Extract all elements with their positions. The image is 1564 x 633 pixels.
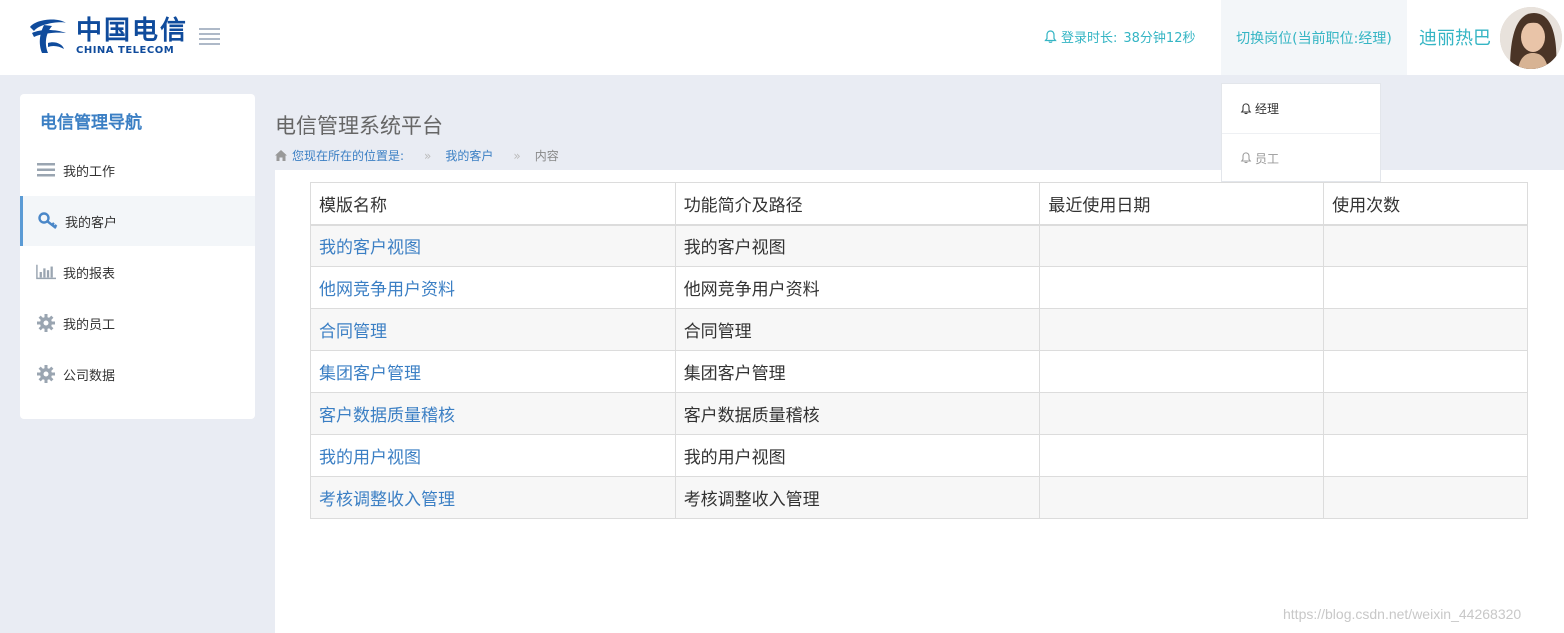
template-name-link[interactable]: 考核调整收入管理 bbox=[310, 476, 676, 519]
sidebar: 电信管理导航 我的工作 我的客户 我的报表 我的员工 公司数据 bbox=[20, 94, 255, 419]
sidebar-item-my-customers[interactable]: 我的客户 bbox=[20, 196, 255, 246]
bell-icon bbox=[1240, 102, 1252, 114]
avatar[interactable] bbox=[1500, 7, 1562, 69]
sidebar-item-my-reports[interactable]: 我的报表 bbox=[20, 247, 255, 297]
template-description: 我的用户视图 bbox=[674, 434, 1041, 477]
login-duration-label: 登录时长: bbox=[1061, 31, 1118, 46]
use-count bbox=[1323, 308, 1528, 351]
template-description: 合同管理 bbox=[674, 308, 1041, 351]
china-telecom-logo[interactable]: 中国电信 CHINA TELECOM bbox=[26, 12, 188, 62]
use-count bbox=[1323, 392, 1528, 435]
template-description: 我的客户视图 bbox=[674, 224, 1041, 267]
table-row: 我的用户视图 我的用户视图 bbox=[310, 434, 1528, 477]
table-row: 合同管理 合同管理 bbox=[310, 308, 1528, 351]
use-count bbox=[1323, 434, 1528, 477]
sidebar-item-company-data[interactable]: 公司数据 bbox=[20, 349, 255, 399]
page-title: 电信管理系统平台 bbox=[275, 114, 443, 138]
last-used-date bbox=[1039, 266, 1325, 309]
table-row: 我的客户视图 我的客户视图 bbox=[310, 224, 1528, 267]
username-link[interactable]: 迪丽热巴 bbox=[1419, 24, 1491, 50]
use-count bbox=[1323, 350, 1528, 393]
column-header-last-used[interactable]: 最近使用日期 bbox=[1039, 182, 1325, 226]
use-count bbox=[1323, 224, 1528, 267]
last-used-date bbox=[1039, 392, 1325, 435]
sidebar-item-label: 我的报表 bbox=[63, 266, 116, 282]
dropdown-item-label: 员工 bbox=[1255, 151, 1280, 166]
telecom-logo-icon bbox=[30, 19, 66, 53]
home-icon bbox=[275, 150, 287, 161]
table-row: 客户数据质量稽核 客户数据质量稽核 bbox=[310, 392, 1528, 435]
sidebar-title: 电信管理导航 bbox=[40, 113, 142, 133]
column-header-template-name[interactable]: 模版名称 bbox=[310, 182, 676, 226]
menu-toggle-icon[interactable] bbox=[199, 28, 220, 45]
last-used-date bbox=[1039, 476, 1325, 519]
template-name-link[interactable]: 客户数据质量稽核 bbox=[310, 392, 676, 435]
bell-icon bbox=[1240, 152, 1252, 164]
main-content: 模版名称 功能简介及路径 最近使用日期 使用次数 我的客户视图 我的客户视图 他… bbox=[275, 170, 1564, 633]
sidebar-item-label: 公司数据 bbox=[63, 368, 116, 384]
last-used-date bbox=[1039, 224, 1325, 267]
template-name-link[interactable]: 我的用户视图 bbox=[310, 434, 676, 477]
sidebar-item-my-work[interactable]: 我的工作 bbox=[20, 145, 255, 195]
table-row: 集团客户管理 集团客户管理 bbox=[310, 350, 1528, 393]
watermark-url: https://blog.csdn.net/weixin_44268320 bbox=[1283, 606, 1522, 622]
table-row: 考核调整收入管理 考核调整收入管理 bbox=[310, 476, 1528, 519]
template-description: 客户数据质量稽核 bbox=[674, 392, 1041, 435]
gear-icon bbox=[36, 313, 56, 333]
template-name-link[interactable]: 合同管理 bbox=[310, 308, 676, 351]
template-name-link[interactable]: 集团客户管理 bbox=[310, 350, 676, 393]
template-description: 他网竞争用户资料 bbox=[674, 266, 1041, 309]
breadcrumb-link-my-customers[interactable]: 我的客户 bbox=[445, 147, 493, 164]
dropdown-item-staff[interactable]: 员工 bbox=[1222, 133, 1380, 182]
breadcrumb-separator: » bbox=[424, 148, 432, 163]
role-dropdown-menu: 经理 员工 bbox=[1221, 83, 1381, 182]
sidebar-item-label: 我的员工 bbox=[63, 317, 116, 333]
sidebar-item-label: 我的工作 bbox=[63, 164, 116, 180]
table-row: 他网竞争用户资料 他网竞争用户资料 bbox=[310, 266, 1528, 309]
dropdown-item-label: 经理 bbox=[1255, 102, 1280, 116]
breadcrumb-prefix: 您现在所在的位置是: bbox=[292, 149, 405, 163]
column-header-description[interactable]: 功能简介及路径 bbox=[674, 182, 1041, 226]
use-count bbox=[1323, 266, 1528, 309]
key-icon bbox=[38, 211, 58, 231]
breadcrumb-current: 内容 bbox=[534, 149, 559, 163]
list-icon bbox=[36, 160, 56, 180]
breadcrumb-separator: » bbox=[513, 148, 521, 163]
logo-english-text: CHINA TELECOM bbox=[76, 45, 175, 56]
last-used-date bbox=[1039, 434, 1325, 477]
dropdown-item-manager[interactable]: 经理 bbox=[1222, 84, 1380, 133]
bar-chart-icon bbox=[36, 262, 56, 282]
last-used-date bbox=[1039, 350, 1325, 393]
sidebar-item-label: 我的客户 bbox=[65, 215, 118, 231]
template-description: 考核调整收入管理 bbox=[674, 476, 1041, 519]
login-duration: 登录时长: 38分钟12秒 bbox=[1044, 27, 1195, 46]
bell-icon bbox=[1044, 29, 1057, 43]
column-header-use-count[interactable]: 使用次数 bbox=[1323, 182, 1528, 226]
login-duration-value: 38分钟12秒 bbox=[1123, 31, 1196, 46]
template-description: 集团客户管理 bbox=[674, 350, 1041, 393]
template-table: 模版名称 功能简介及路径 最近使用日期 使用次数 我的客户视图 我的客户视图 他… bbox=[310, 182, 1528, 519]
breadcrumb: 您现在所在的位置是: » 我的客户 » 内容 bbox=[275, 147, 559, 164]
template-name-link[interactable]: 他网竞争用户资料 bbox=[310, 266, 676, 309]
gear-icon bbox=[36, 364, 56, 384]
table-header-row: 模版名称 功能简介及路径 最近使用日期 使用次数 bbox=[310, 182, 1528, 226]
user-avatar-image bbox=[1500, 7, 1562, 69]
use-count bbox=[1323, 476, 1528, 519]
top-header: 中国电信 CHINA TELECOM 登录时长: 38分钟12秒 切换岗位(当前… bbox=[0, 0, 1564, 75]
logo-chinese-text: 中国电信 bbox=[76, 16, 189, 46]
template-name-link[interactable]: 我的客户视图 bbox=[310, 224, 676, 267]
sidebar-item-my-staff[interactable]: 我的员工 bbox=[20, 298, 255, 348]
last-used-date bbox=[1039, 308, 1325, 351]
switch-role-button[interactable]: 切换岗位(当前职位:经理) bbox=[1221, 0, 1407, 75]
